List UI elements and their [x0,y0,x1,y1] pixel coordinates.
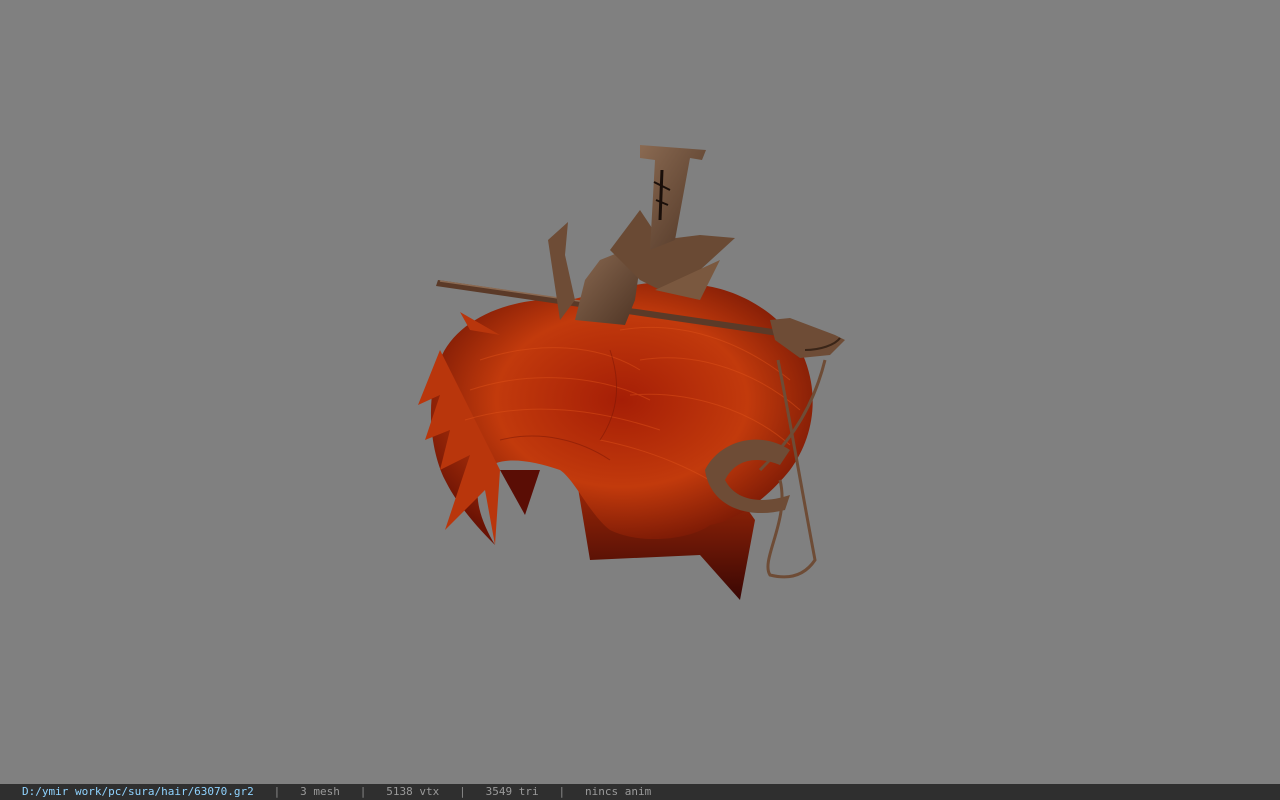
separator: | [558,785,566,798]
separator: | [359,785,367,798]
3d-viewport[interactable] [0,0,1280,784]
mesh-count: 3 mesh [300,785,340,798]
file-path: D:/ymir work/pc/sura/hair/63070.gr2 [22,785,254,798]
hair-model-render [418,145,845,600]
vertex-count: 5138 vtx [386,785,440,798]
status-bar: D:/ymir work/pc/sura/hair/63070.gr2 | 3 … [0,784,1280,800]
triangle-count: 3549 tri [485,785,539,798]
separator: | [459,785,466,798]
animation-status: nincs anim [585,785,652,798]
separator: | [273,785,281,798]
